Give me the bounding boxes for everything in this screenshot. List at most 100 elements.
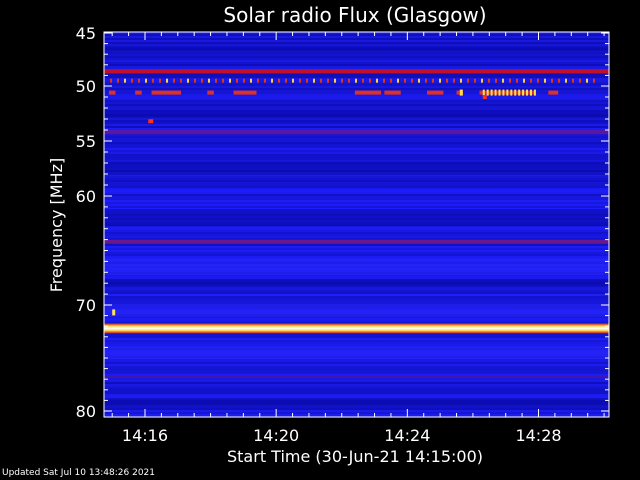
emission-dot [390, 78, 392, 83]
noise-stripe [104, 244, 609, 246]
noise-stripe [104, 184, 609, 186]
dark-band [104, 46, 609, 52]
spectrogram-chart: 45 50 55 60 70 80 14:16 14:20 14:24 14:28 Solar r… [47, 3, 610, 466]
emission-dot [530, 78, 532, 83]
noise-stripe [104, 198, 609, 200]
emission-dot [138, 78, 140, 83]
emission-line-48.6 [104, 69, 609, 74]
noise-stripe [104, 412, 609, 414]
emission-dot [474, 78, 476, 83]
emission-line-64.2 [104, 239, 609, 244]
noise-stripe [104, 194, 609, 196]
emission-dot [509, 78, 511, 83]
noise-stripe [104, 394, 609, 396]
emission-dot [467, 78, 469, 83]
noise-stripe [104, 42, 609, 44]
emission-dot [117, 78, 119, 83]
emission-bright-dot [502, 89, 505, 96]
noise-stripe [104, 200, 609, 202]
dark-band [104, 110, 609, 117]
noise-stripe [104, 320, 609, 322]
x-tick-label: 14:28 [515, 426, 561, 445]
noise-stripe [104, 246, 609, 248]
emission-bright-dot [494, 89, 497, 96]
y-tick-label: 45 [76, 24, 96, 43]
emission-segment [427, 90, 444, 95]
noise-stripe [104, 102, 609, 104]
noise-stripe [104, 176, 609, 178]
noise-stripe [104, 150, 609, 152]
noise-stripe [104, 156, 609, 158]
noise-stripe [104, 66, 609, 68]
emission-dot [159, 78, 161, 83]
emission-dot [495, 78, 497, 83]
emission-dot [313, 78, 315, 83]
noise-stripe [104, 122, 609, 124]
noise-stripe [104, 340, 609, 342]
noise-stripe [104, 126, 609, 128]
spectrogram-figure: 45 50 55 60 70 80 14:16 14:20 14:24 14:28 Solar r… [0, 0, 640, 480]
noise-stripe [104, 392, 609, 394]
noise-stripe [104, 298, 609, 300]
noise-stripe [104, 378, 609, 380]
noise-stripe [104, 100, 609, 102]
emission-dot [502, 78, 504, 83]
emission-bright-dot [522, 89, 525, 96]
emission-dot [173, 78, 175, 83]
emission-dot [152, 78, 154, 83]
noise-stripe [104, 256, 609, 258]
noise-stripe [104, 370, 609, 372]
y-tick-label: 80 [76, 402, 96, 421]
noise-stripe [104, 186, 609, 188]
noise-stripe [104, 134, 609, 136]
burst-spot [148, 119, 154, 124]
noise-stripe [104, 296, 609, 298]
noise-stripe [104, 38, 609, 40]
noise-stripe [104, 142, 609, 144]
noise-stripe [104, 138, 609, 140]
noise-stripe [104, 232, 609, 234]
noise-stripe [104, 62, 609, 64]
emission-dot [383, 78, 385, 83]
noise-stripe [104, 294, 609, 296]
chart-title: Solar radio Flux (Glasgow) [223, 3, 486, 27]
emission-bright-dot [518, 89, 521, 96]
noise-stripe [104, 84, 609, 86]
emission-dot [222, 78, 224, 83]
emission-bright-dot [506, 89, 509, 96]
emission-dot [299, 78, 301, 83]
noise-stripe [104, 152, 609, 154]
noise-stripe [104, 374, 609, 376]
emission-segment [384, 90, 401, 95]
emission-segment [548, 90, 559, 95]
noise-stripe [104, 36, 609, 38]
noise-stripe [104, 34, 609, 36]
emission-bright-dot [498, 89, 501, 96]
noise-stripe [104, 192, 609, 194]
emission-dot [376, 78, 378, 83]
emission-bright-dot [482, 89, 485, 96]
noise-stripe [104, 276, 609, 278]
noise-stripe [104, 146, 609, 148]
noise-stripe [104, 56, 609, 58]
burst-spot [112, 309, 116, 316]
emission-dot [355, 78, 357, 83]
emission-bright-dot [459, 89, 463, 96]
noise-stripe [104, 178, 609, 180]
emission-dot [453, 78, 455, 83]
noise-stripe [104, 88, 609, 90]
noise-stripe [104, 300, 609, 302]
dark-band [104, 209, 609, 227]
noise-stripe [104, 40, 609, 42]
noise-stripe [104, 160, 609, 162]
noise-stripe [104, 380, 609, 382]
emission-dot [593, 78, 595, 83]
emission-dot [558, 78, 560, 83]
y-axis-label: Frequency [MHz] [47, 158, 66, 292]
emission-dot [292, 78, 294, 83]
emission-bright-dot [529, 89, 532, 96]
light-band [104, 346, 609, 360]
emission-dot [257, 78, 259, 83]
emission-dot [334, 78, 336, 83]
x-tick-label: 14:20 [253, 426, 299, 445]
